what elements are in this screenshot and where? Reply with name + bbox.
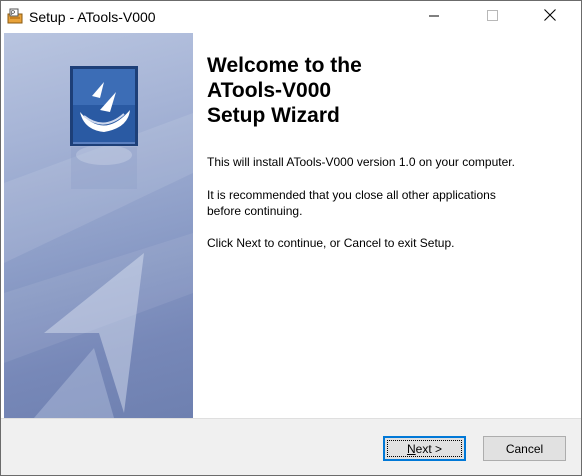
cancel-button[interactable]: Cancel [483, 436, 566, 461]
title-line-3: Setup Wizard [207, 104, 340, 127]
minimize-icon [429, 8, 439, 26]
setup-wizard-logo-icon [70, 66, 138, 146]
setup-app-icon: P [7, 8, 23, 24]
title-bar[interactable]: P Setup - ATools-V000 [1, 1, 581, 33]
recommendation-line-2: before continuing. [207, 204, 303, 218]
svg-text:P: P [11, 11, 15, 17]
welcome-content: Welcome to the ATools-V000 Setup Wizard … [207, 53, 567, 250]
wizard-side-banner [4, 33, 193, 418]
next-accelerator: N [406, 441, 416, 456]
button-bar: Next > Cancel [1, 418, 581, 475]
continue-instruction: Click Next to continue, or Cancel to exi… [207, 236, 455, 250]
title-line-2: ATools-V000 [207, 79, 332, 102]
minimize-button[interactable] [411, 1, 457, 33]
setup-window: P Setup - ATools-V000 Welcome to the ATo… [0, 0, 582, 476]
close-apps-recommendation: It is recommended that you close all oth… [207, 187, 567, 219]
next-label: ext > [415, 441, 443, 456]
recommendation-line-1: It is recommended that you close all oth… [207, 188, 496, 202]
close-button[interactable] [527, 1, 573, 33]
page-title: Welcome to the ATools-V000 Setup Wizard [207, 53, 567, 128]
next-button[interactable]: Next > [383, 436, 466, 461]
maximize-icon [486, 8, 498, 26]
install-description: This will install ATools-V000 version 1.… [207, 155, 515, 169]
title-line-1: Welcome to the [207, 54, 362, 77]
close-icon [544, 8, 556, 26]
window-title: Setup - ATools-V000 [29, 9, 156, 25]
maximize-button [469, 1, 515, 33]
